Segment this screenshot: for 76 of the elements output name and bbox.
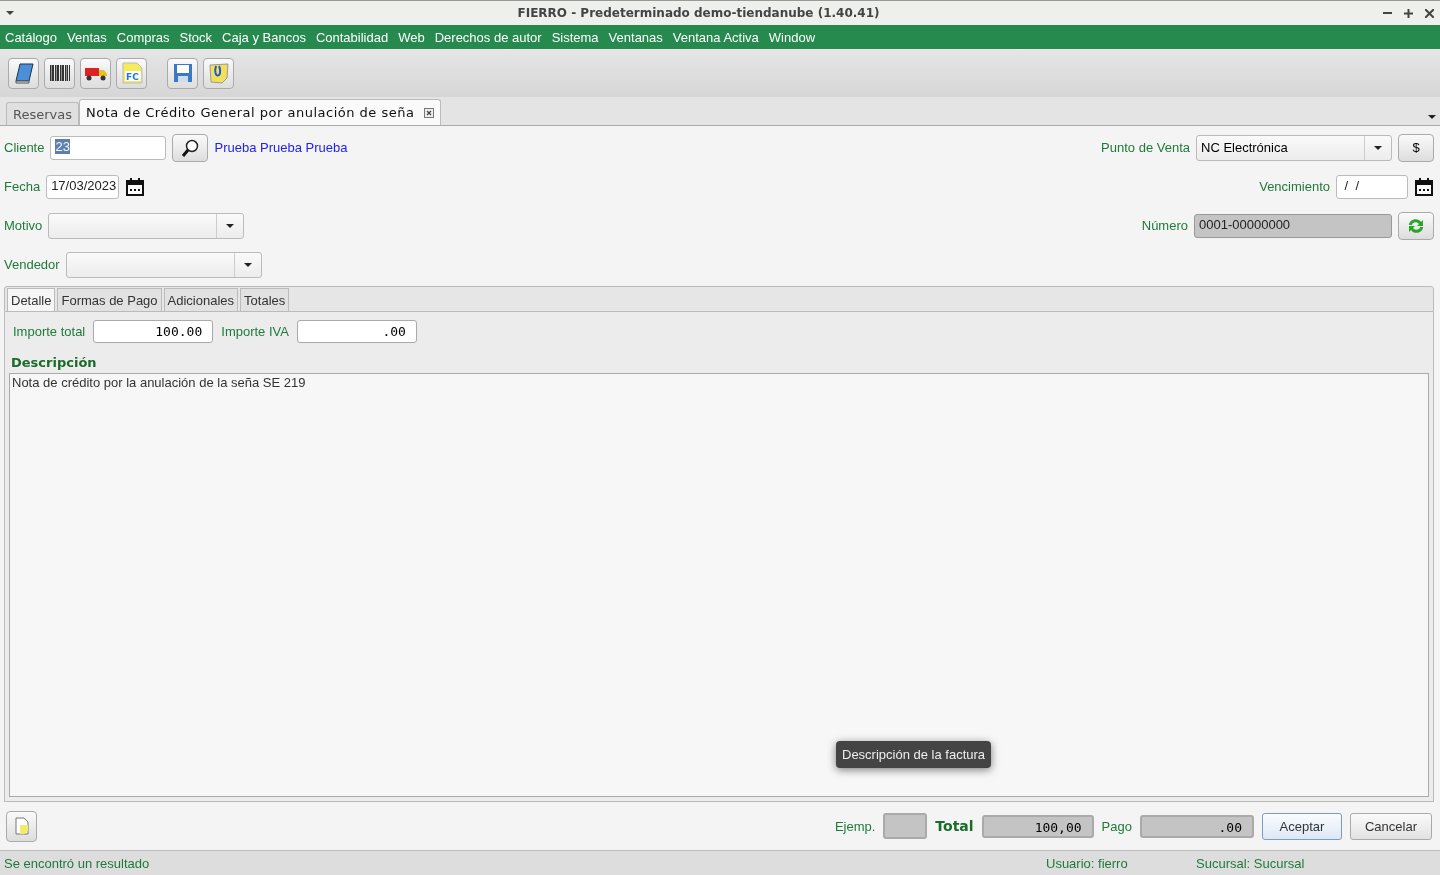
menu-item[interactable]: Derechos de autor (434, 29, 542, 45)
toolbar-button[interactable] (203, 57, 234, 89)
amount-field[interactable]: .00 (296, 320, 417, 343)
tab-label: Nota de Crédito General por anulación de seña (86, 105, 415, 120)
book-icon (12, 62, 35, 84)
caret-icon (1374, 145, 1382, 150)
date-field[interactable]: 17/03/2023 (46, 174, 120, 199)
menu-item[interactable]: Compras (116, 29, 170, 45)
payment-field: .00 (1139, 814, 1254, 838)
menu-item[interactable]: Ventana Activa (672, 29, 759, 45)
caret-icon (243, 262, 252, 267)
field-label: Motivo (4, 218, 43, 233)
toolbar-button[interactable] (44, 57, 75, 89)
dialog-button[interactable]: Cancelar (1349, 812, 1432, 840)
field-label: Pago (1101, 818, 1132, 834)
menu-item[interactable]: Web (398, 29, 425, 45)
calendar-icon[interactable] (125, 176, 146, 197)
search-icon (180, 137, 201, 158)
field-label: Vencimiento (1259, 179, 1330, 194)
calendar-icon[interactable] (1414, 176, 1434, 197)
input-field[interactable]: 23 (50, 135, 167, 160)
status-branch: Sucursal: Sucursal (1196, 855, 1306, 871)
tab[interactable]: Totales (240, 288, 290, 311)
truck-icon (83, 65, 108, 81)
toolbar-button[interactable] (80, 57, 111, 89)
caret-icon (226, 223, 235, 228)
menu-item[interactable]: Caja y Bancos (222, 29, 306, 45)
field-label: Punto de Venta (1101, 140, 1190, 155)
close-icon[interactable] (1425, 8, 1434, 18)
maximize-icon[interactable] (1404, 8, 1413, 18)
save-icon (171, 62, 194, 84)
amount-field[interactable]: 100.00 (93, 320, 214, 343)
number-field: 0001-00000000 (1194, 213, 1392, 238)
status-message: Se encontró un resultado (4, 855, 151, 871)
window-title: FIERRO - Predeterminado demo-tiendanube (1.40.41) (516, 6, 881, 20)
field-label: Vendedor (4, 257, 60, 272)
total-field: 100,00 (981, 814, 1094, 838)
note-icon (207, 62, 230, 84)
field-label: Ejemp. (834, 818, 876, 834)
field-label: Importe total (13, 324, 86, 339)
toolbar-button[interactable] (8, 57, 39, 89)
tab[interactable]: Detalle (7, 288, 56, 311)
status-user: Usuario: fierro (1046, 855, 1129, 871)
total-label: Total (935, 818, 974, 834)
description-text: Nota de crédito por la anulación de la seña SE 219 (12, 375, 306, 390)
date-field[interactable]: / / (1336, 174, 1408, 199)
menu-item[interactable]: Ventas (67, 29, 107, 45)
menu-item[interactable]: Stock (179, 29, 213, 45)
section-heading: Descripción (11, 355, 98, 370)
menu-item[interactable]: Catálogo (5, 29, 58, 45)
menu-item[interactable]: Ventanas (608, 29, 663, 45)
document-tab[interactable]: Nota de Crédito General por anulación de seña (79, 99, 442, 125)
field-label: Cliente (4, 140, 45, 155)
barcode-icon (48, 65, 71, 81)
dropdown[interactable]: NC Electrónica (1196, 134, 1392, 161)
dialog-button[interactable]: Aceptar (1261, 812, 1342, 840)
close-icon[interactable] (424, 107, 435, 118)
menu-item[interactable]: Sistema (551, 29, 599, 45)
window-menu-icon[interactable] (6, 11, 14, 15)
copies-field[interactable] (883, 813, 928, 839)
description-field[interactable]: Nota de crédito por la anulación de la seña SE 219 Descripción de la factura (9, 373, 1429, 797)
menu-item[interactable]: Window (768, 29, 816, 45)
tab[interactable]: Adicionales (163, 288, 239, 311)
menu-item[interactable]: Contabilidad (315, 29, 389, 45)
document-tab[interactable]: Reservas (6, 102, 79, 125)
currency-button[interactable]: $ (1398, 133, 1434, 162)
field-label: Fecha (4, 179, 41, 194)
field-label: Importe IVA (221, 324, 289, 339)
tab[interactable]: Formas de Pago (57, 288, 162, 311)
tab-label: Reservas (13, 106, 72, 122)
refresh-button[interactable] (1398, 211, 1434, 240)
tooltip: Descripción de la factura (836, 741, 992, 768)
caret-icon (1428, 115, 1436, 119)
field-label: Número (1141, 218, 1188, 233)
client-link[interactable]: Prueba Prueba Prueba (214, 140, 348, 155)
search-button[interactable] (172, 133, 209, 162)
